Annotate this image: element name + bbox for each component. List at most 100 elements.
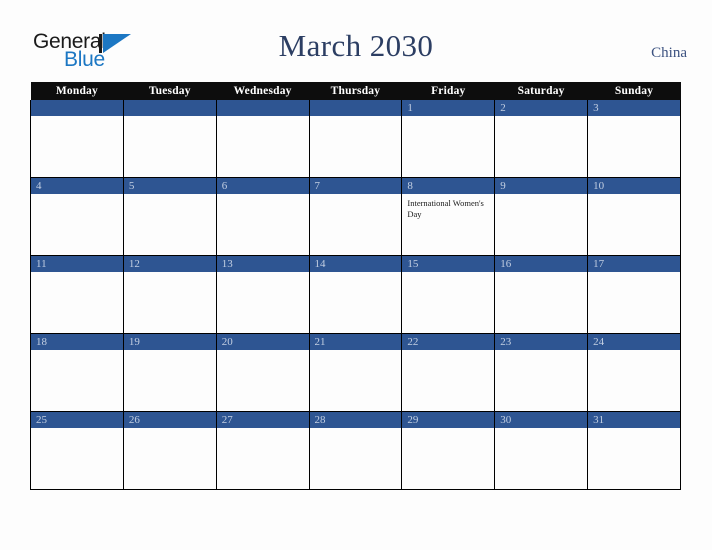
calendar-day-cell[interactable]: 23 [494, 333, 589, 412]
day-number: 28 [309, 412, 402, 428]
calendar-day-cell[interactable]: 28 [308, 411, 403, 490]
calendar-day-cell[interactable]: 29 [401, 411, 496, 490]
calendar-empty-cell[interactable] [215, 100, 310, 178]
day-number: 1 [402, 100, 495, 116]
calendar-day-cell[interactable]: 22 [401, 333, 496, 412]
calendar-day-cell[interactable]: 27 [215, 411, 310, 490]
calendar-day-cell[interactable]: 7 [308, 177, 403, 256]
calendar-day-cell[interactable]: 14 [308, 255, 403, 334]
calendar-day-cell[interactable]: 9 [494, 177, 589, 256]
calendar-day-cell[interactable]: 24 [587, 333, 681, 412]
day-cell-body [402, 428, 494, 488]
calendar-week-row: 123 [30, 100, 681, 178]
day-cell-body [217, 194, 309, 254]
page-header: General Blue March 2030 China [0, 0, 712, 82]
day-cell-body [588, 428, 680, 488]
weekday-header-thursday: Thursday [309, 82, 402, 100]
calendar-day-cell[interactable]: 5 [122, 177, 217, 256]
day-cell-body [310, 116, 402, 176]
day-cell-body [217, 116, 309, 176]
page-title: March 2030 [278, 28, 434, 63]
day-number: 7 [309, 178, 402, 194]
calendar-day-cell[interactable]: 19 [122, 333, 217, 412]
day-number: 2 [495, 100, 588, 116]
day-number [309, 100, 402, 116]
day-number: 22 [402, 334, 495, 350]
calendar-empty-cell[interactable] [122, 100, 217, 178]
day-number: 25 [31, 412, 123, 428]
calendar-day-cell[interactable]: 2 [494, 100, 589, 178]
day-number: 19 [123, 334, 216, 350]
weekday-header-sunday: Sunday [587, 82, 681, 100]
calendar-week-row: 4 5 6 7 8 International Women's Day 9 10 [30, 177, 681, 256]
day-number: 13 [216, 256, 309, 272]
calendar-day-cell[interactable]: 6 [215, 177, 310, 256]
day-cell-body [124, 428, 216, 488]
calendar-day-cell[interactable]: 17 [587, 255, 681, 334]
day-number: 12 [123, 256, 216, 272]
day-cell-body [217, 350, 309, 410]
calendar-day-cell[interactable]: 20 [215, 333, 310, 412]
calendar-day-cell[interactable]: 25 [30, 411, 124, 490]
day-number [123, 100, 216, 116]
weekday-header-row: Monday Tuesday Wednesday Thursday Friday… [30, 82, 681, 100]
calendar-day-cell[interactable]: 1 [401, 100, 496, 178]
day-cell-body [495, 350, 587, 410]
weekday-header-monday: Monday [30, 82, 124, 100]
calendar-day-cell[interactable]: 31 [587, 411, 681, 490]
weekday-header-friday: Friday [401, 82, 495, 100]
day-cell-body [124, 272, 216, 332]
country-label: China [651, 45, 687, 61]
day-number: 5 [123, 178, 216, 194]
calendar-day-cell[interactable]: 8 International Women's Day [401, 177, 496, 256]
day-cell-body [495, 116, 587, 176]
calendar-day-cell[interactable]: 10 [587, 177, 681, 256]
day-cell-body: International Women's Day [402, 194, 494, 254]
day-number: 18 [31, 334, 123, 350]
day-cell-body [310, 272, 402, 332]
day-number: 20 [216, 334, 309, 350]
day-number: 8 [402, 178, 495, 194]
holiday-label: International Women's Day [407, 198, 484, 219]
calendar-day-cell[interactable]: 11 [30, 255, 124, 334]
calendar-day-cell[interactable]: 26 [122, 411, 217, 490]
day-number: 30 [495, 412, 588, 428]
calendar-day-cell[interactable]: 21 [308, 333, 403, 412]
calendar-day-cell[interactable]: 16 [494, 255, 589, 334]
day-cell-body [402, 116, 494, 176]
calendar-page: General Blue March 2030 China Monday Tue… [0, 0, 712, 550]
day-cell-body [588, 272, 680, 332]
month-calendar-table: Monday Tuesday Wednesday Thursday Friday… [30, 82, 681, 490]
calendar-day-cell[interactable]: 18 [30, 333, 124, 412]
calendar-day-cell[interactable]: 4 [30, 177, 124, 256]
day-number: 4 [31, 178, 123, 194]
day-number: 17 [588, 256, 680, 272]
calendar-empty-cell[interactable] [30, 100, 124, 178]
calendar-day-cell[interactable]: 12 [122, 255, 217, 334]
day-cell-body [217, 428, 309, 488]
day-number: 23 [495, 334, 588, 350]
day-cell-body [588, 194, 680, 254]
day-cell-body [31, 194, 123, 254]
day-number: 10 [588, 178, 680, 194]
calendar-week-row: 18 19 20 21 22 23 24 [30, 333, 681, 412]
day-number [31, 100, 123, 116]
day-number: 15 [402, 256, 495, 272]
day-number: 27 [216, 412, 309, 428]
calendar-day-cell[interactable]: 15 [401, 255, 496, 334]
calendar-week-row: 25 26 27 28 29 30 31 [30, 411, 681, 490]
day-number [216, 100, 309, 116]
day-number: 29 [402, 412, 495, 428]
day-cell-body [495, 194, 587, 254]
day-number: 11 [31, 256, 123, 272]
day-cell-body [217, 272, 309, 332]
day-number: 31 [588, 412, 680, 428]
calendar-day-cell[interactable]: 13 [215, 255, 310, 334]
day-cell-body [495, 428, 587, 488]
weekday-header-saturday: Saturday [494, 82, 588, 100]
calendar-day-cell[interactable]: 3 [587, 100, 681, 178]
calendar-empty-cell[interactable] [308, 100, 403, 178]
day-number: 24 [588, 334, 680, 350]
calendar-day-cell[interactable]: 30 [494, 411, 589, 490]
day-cell-body [310, 428, 402, 488]
